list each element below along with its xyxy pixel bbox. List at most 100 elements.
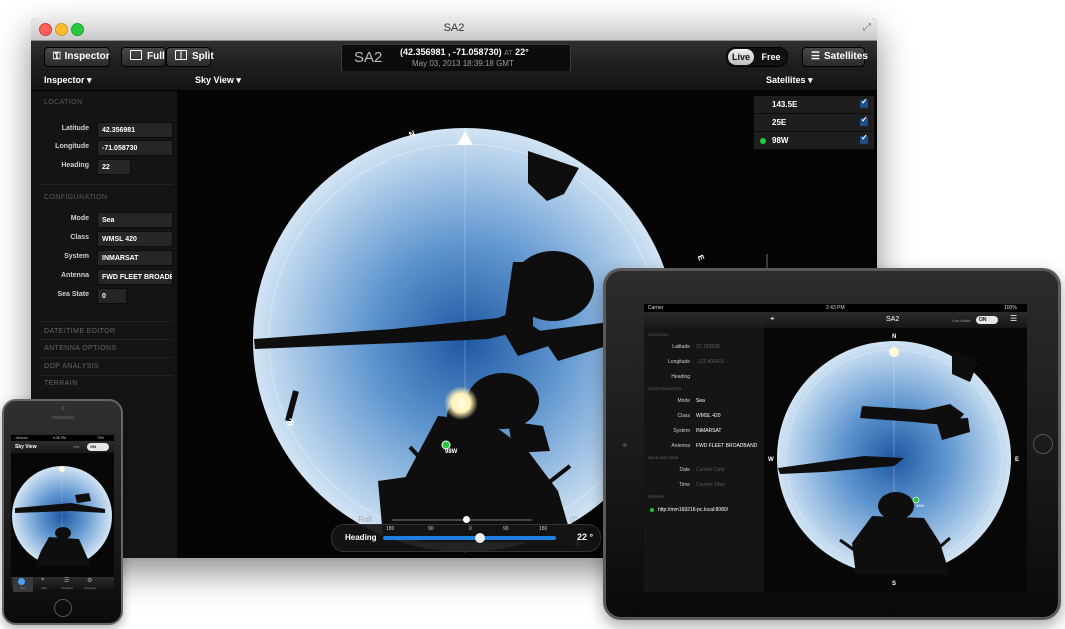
datetime-editor-section[interactable]: DATE/TIME EDITOR [44, 328, 115, 335]
ipad-live-toggle[interactable]: ON [976, 316, 998, 324]
location-pin-icon[interactable]: ⌖ [770, 314, 775, 324]
terrain-section[interactable]: TERRAIN [44, 380, 78, 387]
ipad-time-field[interactable]: Current Time [696, 482, 725, 488]
free-option[interactable]: Free [757, 49, 785, 65]
satellites-button[interactable]: ☰ Satellites [802, 47, 868, 67]
ipad-configuration-header: CONFIGURATION [648, 386, 682, 391]
obstruction-shape [55, 527, 71, 539]
sun-icon [889, 347, 899, 357]
class-select[interactable]: WMSL 420 [97, 231, 173, 247]
gear-icon[interactable]: ⚙ [87, 577, 92, 584]
list-icon: ☰ [811, 51, 820, 62]
ipad-latitude-field[interactable]: 37.782828 [696, 344, 720, 350]
roll-label: Roll [358, 515, 372, 524]
ipad-class-value[interactable]: WMSL 420 [696, 413, 721, 419]
lcd-at-label: AT [504, 50, 513, 57]
ipad-sky-view[interactable]: 98W N E S W [764, 328, 1027, 592]
ipad-panel-header [644, 312, 764, 328]
visible-status-dot [760, 138, 766, 144]
heading-tick-label: 90 [428, 526, 434, 532]
live-option[interactable]: Live [728, 49, 754, 65]
ipad-longitude-field[interactable]: -122.406419 [696, 359, 724, 365]
satellite-name: 143.5E [772, 100, 798, 109]
ipad-location-header: LOCATION [648, 332, 669, 337]
inspector-menu[interactable]: Inspector ▾ [44, 75, 92, 86]
satellite-checkbox[interactable] [860, 133, 868, 144]
ipad-server-status-dot [650, 508, 654, 512]
tab-map-label[interactable]: Map [34, 586, 54, 590]
tab-satellites-label[interactable]: Satellites [57, 586, 77, 590]
iphone-device: ...Verizon 9:38 PM 75% Sky View Live ON … [2, 399, 123, 625]
tab-inspector-label[interactable]: Inspector [80, 586, 100, 590]
full-view-icon [130, 50, 142, 60]
iphone-sky-view[interactable] [11, 453, 114, 577]
full-view-button[interactable]: Full [121, 47, 166, 67]
antenna-select[interactable]: FWD FLEET BROADBA [97, 269, 173, 285]
iphone-home-button[interactable] [54, 599, 72, 617]
iphone-nav-bar: Sky View Live ON [11, 441, 114, 453]
iphone-live-label: Live [73, 445, 80, 449]
system-label: System [64, 253, 89, 260]
ipad-server-url[interactable]: http://mm169216-pc.local:8080/ [658, 507, 728, 513]
split-view-button[interactable]: Split [166, 47, 214, 67]
live-free-toggle[interactable]: Live Free [726, 47, 788, 67]
satellites-menu[interactable]: Satellites ▾ [766, 75, 813, 86]
roll-slider-thumb[interactable] [463, 516, 470, 523]
satellite-checkbox[interactable] [860, 115, 868, 126]
satellites-list-icon[interactable]: ☰ [64, 577, 69, 584]
ipad-class-label: Class [677, 413, 690, 419]
satellite-98w-marker[interactable] [441, 440, 451, 450]
heading-label: Heading [61, 162, 89, 169]
mode-select[interactable]: Sea [97, 212, 173, 228]
ipad-carrier: Carrier [648, 305, 664, 311]
fullscreen-icon[interactable]: ⤢ [863, 22, 871, 33]
panel-header-bar: Inspector ▾ Sky View ▾ Satellites ▾ [31, 71, 877, 91]
satellite-checkbox[interactable] [860, 97, 868, 108]
ipad-camera [623, 443, 627, 447]
inspector-button-label: Inspector [64, 51, 110, 62]
heading-slider-track[interactable] [383, 536, 556, 540]
key-icon: ⚿ [53, 51, 61, 62]
tab-sky-label: Sky [20, 586, 26, 590]
ipad-system-value[interactable]: INMARSAT [696, 428, 721, 434]
satellite-row-25e[interactable]: 25E [754, 114, 874, 132]
satellite-row-143-5e[interactable]: 143.5E [754, 96, 874, 114]
lcd-app-name: SA2 [354, 49, 383, 66]
sea-state-field[interactable]: 0 [97, 288, 127, 304]
satellite-row-98w[interactable]: 98W [754, 132, 874, 150]
skyview-menu[interactable]: Sky View ▾ [195, 75, 241, 86]
heading-slider-thumb[interactable] [474, 533, 485, 543]
heading-tick-label: 0 [469, 526, 472, 532]
latitude-field[interactable]: 42.356981 [97, 122, 173, 138]
lcd-datetime: May 03, 2013 18:39:18 GMT [412, 59, 514, 68]
ipad-mode-value[interactable]: Sea [696, 398, 705, 404]
divider [39, 184, 173, 185]
ipad-date-field[interactable]: Current Date [696, 467, 725, 473]
sea-state-row: Sea State 0 [31, 288, 177, 304]
ipad-time-label: Time [679, 482, 690, 488]
ipad-date-label: Date [679, 467, 690, 473]
ipad-home-button[interactable] [1033, 434, 1053, 454]
heading-field[interactable]: 22 [97, 159, 131, 175]
iphone-live-toggle[interactable]: ON [87, 443, 109, 451]
roll-slider-track[interactable] [392, 519, 532, 521]
map-pin-icon[interactable]: ⌖ [41, 577, 44, 584]
ipad-compass-east: E [1015, 457, 1019, 463]
satellites-button-label: Satellites [823, 51, 868, 62]
ipad-toggle-label: ON [979, 317, 987, 323]
sky-tab-icon [18, 578, 25, 585]
ipad-antenna-value[interactable]: FWD FLEET BROADBAND [696, 443, 757, 449]
dop-analysis-section[interactable]: DOP ANALYSIS [44, 363, 99, 370]
ipad-nav-title: SA2 [886, 316, 900, 323]
iphone-toggle-label: ON [90, 444, 96, 449]
longitude-field[interactable]: -71.058730 [97, 140, 173, 156]
system-select[interactable]: INMARSAT [97, 250, 173, 266]
divider [39, 375, 173, 376]
iphone-carrier: ...Verizon [13, 436, 28, 440]
ipad-server-header: SERVER [648, 494, 665, 499]
antenna-options-section[interactable]: ANTENNA OPTIONS [44, 345, 117, 352]
lcd-coordinates-text: (42.356981 , -71.058730) [400, 47, 502, 57]
heading-control-label: Heading [345, 533, 377, 542]
list-icon[interactable]: ☰ [1010, 314, 1017, 323]
inspector-toggle-button[interactable]: ⚿ Inspector [44, 47, 110, 67]
